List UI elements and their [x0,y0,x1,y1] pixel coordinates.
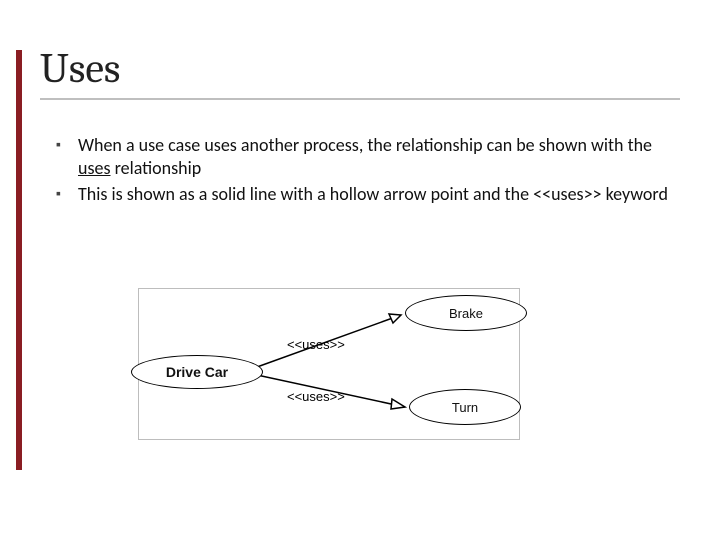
bullet-1: When a use case uses another process, th… [56,134,672,179]
bullet-2: This is shown as a solid line with a hol… [56,183,672,206]
title-rule [40,98,680,100]
bullet-1-suffix: relationship [111,157,202,179]
body-text: When a use case uses another process, th… [56,134,672,210]
usecase-brake: Brake [405,295,527,331]
bullet-2-text: This is shown as a solid line with a hol… [78,183,668,205]
usecase-drive-car-label: Drive Car [166,364,228,380]
arrowhead-brake [389,314,401,323]
bullet-1-underlined: uses [78,157,111,179]
bullet-1-prefix: When a use case uses another process, th… [78,134,652,156]
usecase-brake-label: Brake [449,306,483,321]
stereotype-uses-2: <<uses>> [287,389,345,404]
stereotype-uses-1: <<uses>> [287,337,345,352]
arrowhead-turn [391,399,405,409]
slide: Uses When a use case uses another proces… [0,0,720,540]
uml-diagram: Brake Turn Drive Car <<uses>> <<uses>> [138,288,520,440]
accent-bar [16,50,22,470]
usecase-drive-car: Drive Car [131,355,263,389]
page-title: Uses [40,44,120,93]
usecase-turn: Turn [409,389,521,425]
usecase-turn-label: Turn [452,400,478,415]
